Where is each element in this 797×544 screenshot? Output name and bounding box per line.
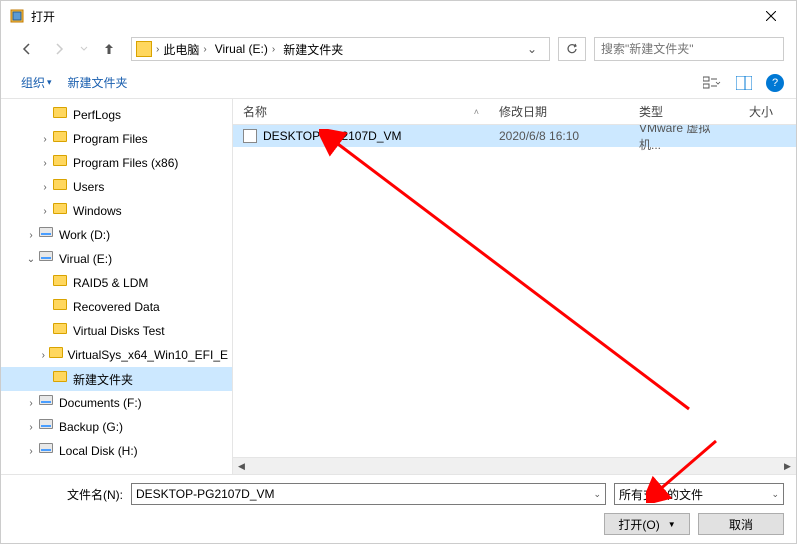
- tree-item[interactable]: ⌄ Virual (E:): [1, 247, 232, 271]
- tree-item[interactable]: › Users: [1, 175, 232, 199]
- drive-icon: [39, 419, 55, 435]
- refresh-button[interactable]: [558, 37, 586, 61]
- drive-icon: [39, 251, 55, 267]
- folder-icon: [49, 347, 63, 363]
- scroll-right-icon[interactable]: ▶: [779, 458, 796, 475]
- file-date: 2020/6/8 16:10: [489, 129, 629, 143]
- folder-icon: [136, 41, 152, 57]
- file-row[interactable]: DESKTOP-PG2107D_VM2020/6/8 16:10VMware 虚…: [233, 125, 796, 147]
- recent-dropdown[interactable]: [77, 35, 91, 63]
- chevron-icon[interactable]: ⌄: [23, 254, 39, 265]
- column-date[interactable]: 修改日期: [489, 103, 629, 120]
- open-button[interactable]: 打开(O) ▼: [604, 513, 690, 535]
- search-input[interactable]: [594, 37, 784, 61]
- tree-item[interactable]: › Backup (G:): [1, 415, 232, 439]
- column-size[interactable]: 大小: [739, 103, 796, 120]
- drive-icon: [39, 227, 55, 243]
- organize-button[interactable]: 组织 ▾: [13, 70, 60, 95]
- chevron-icon[interactable]: ›: [37, 182, 53, 193]
- folder-icon: [53, 275, 69, 291]
- folder-icon: [53, 323, 69, 339]
- tree-item[interactable]: › Work (D:): [1, 223, 232, 247]
- drive-icon: [39, 395, 55, 411]
- scroll-left-icon[interactable]: ◀: [233, 458, 250, 475]
- tree-item-label: 新建文件夹: [73, 371, 133, 388]
- chevron-down-icon[interactable]: ⌄: [593, 489, 601, 500]
- tree-item[interactable]: › Documents (F:): [1, 391, 232, 415]
- new-folder-button[interactable]: 新建文件夹: [60, 70, 136, 95]
- up-button[interactable]: [95, 35, 123, 63]
- folder-icon: [53, 131, 69, 147]
- folder-icon: [53, 155, 69, 171]
- breadcrumb-dropdown-icon[interactable]: ⌄: [519, 42, 545, 56]
- horizontal-scrollbar[interactable]: ◀ ▶: [233, 457, 796, 474]
- column-type[interactable]: 类型: [629, 103, 739, 120]
- folder-icon: [53, 107, 69, 123]
- tree-item-label: Work (D:): [59, 228, 110, 242]
- tree-item-label: Virual (E:): [59, 252, 112, 266]
- tree-item[interactable]: Recovered Data: [1, 295, 232, 319]
- column-name[interactable]: 名称 ˄: [233, 103, 489, 120]
- breadcrumb[interactable]: › 此电脑› Virual (E:)› 新建文件夹 ⌄: [131, 37, 550, 61]
- tree-item[interactable]: PerfLogs: [1, 103, 232, 127]
- vm-file-icon: [243, 129, 257, 143]
- filename-label: 文件名(N):: [13, 486, 123, 503]
- tree-item[interactable]: › VirtualSys_x64_Win10_EFI_E: [1, 343, 232, 367]
- tree-item-label: Recovered Data: [73, 300, 160, 314]
- chevron-icon[interactable]: ›: [23, 398, 39, 409]
- chevron-icon[interactable]: ›: [23, 422, 39, 433]
- tree-item[interactable]: › Program Files (x86): [1, 151, 232, 175]
- tree-item[interactable]: › Windows: [1, 199, 232, 223]
- breadcrumb-item: 新建文件夹: [279, 41, 347, 58]
- chevron-icon[interactable]: ›: [37, 206, 53, 217]
- sort-arrow-icon: ˄: [474, 107, 479, 117]
- filename-input[interactable]: DESKTOP-PG2107D_VM ⌄: [131, 483, 606, 505]
- tree-item-label: Backup (G:): [59, 420, 123, 434]
- folder-icon: [53, 179, 69, 195]
- forward-button[interactable]: [45, 35, 73, 63]
- chevron-icon[interactable]: ›: [23, 230, 39, 241]
- chevron-down-icon[interactable]: ⌄: [771, 489, 779, 500]
- cancel-button[interactable]: 取消: [698, 513, 784, 535]
- window-title: 打开: [31, 8, 55, 25]
- tree-item-label: Local Disk (H:): [59, 444, 138, 458]
- tree-item-label: VirtualSys_x64_Win10_EFI_E: [67, 348, 228, 362]
- filter-select[interactable]: 所有支持的文件 ⌄: [614, 483, 784, 505]
- tree-item-label: Users: [73, 180, 104, 194]
- folder-icon: [53, 371, 69, 387]
- view-mode-button[interactable]: [702, 73, 722, 93]
- chevron-icon[interactable]: ›: [37, 158, 53, 169]
- tree-item[interactable]: Virtual Disks Test: [1, 319, 232, 343]
- tree-item[interactable]: RAID5 & LDM: [1, 271, 232, 295]
- tree-pane[interactable]: PerfLogs › Program Files › Program Files (x8…: [1, 99, 233, 474]
- tree-item-label: Documents (F:): [59, 396, 142, 410]
- breadcrumb-item: 此电脑›: [159, 41, 210, 58]
- tree-item-label: Virtual Disks Test: [73, 324, 165, 338]
- tree-item-label: Windows: [73, 204, 122, 218]
- tree-item-label: Program Files: [73, 132, 148, 146]
- preview-pane-button[interactable]: [734, 73, 754, 93]
- chevron-icon[interactable]: ›: [23, 446, 39, 457]
- help-button[interactable]: ?: [766, 74, 784, 92]
- tree-item[interactable]: 新建文件夹: [1, 367, 232, 391]
- file-type: VMware 虚拟机...: [629, 125, 739, 153]
- tree-item[interactable]: › Program Files: [1, 127, 232, 151]
- tree-item[interactable]: › Local Disk (H:): [1, 439, 232, 463]
- app-icon: [9, 8, 25, 24]
- tree-item-label: PerfLogs: [73, 108, 121, 122]
- folder-icon: [53, 299, 69, 315]
- tree-item-label: Program Files (x86): [73, 156, 178, 170]
- file-name: DESKTOP-PG2107D_VM: [263, 129, 402, 143]
- close-button[interactable]: [748, 2, 794, 30]
- chevron-icon[interactable]: ›: [37, 350, 49, 361]
- folder-icon: [53, 203, 69, 219]
- list-header: 名称 ˄ 修改日期 类型 大小: [233, 99, 796, 125]
- breadcrumb-item: Virual (E:)›: [211, 42, 279, 56]
- tree-item-label: RAID5 & LDM: [73, 276, 148, 290]
- back-button[interactable]: [13, 35, 41, 63]
- chevron-icon[interactable]: ›: [37, 134, 53, 145]
- drive-icon: [39, 443, 55, 459]
